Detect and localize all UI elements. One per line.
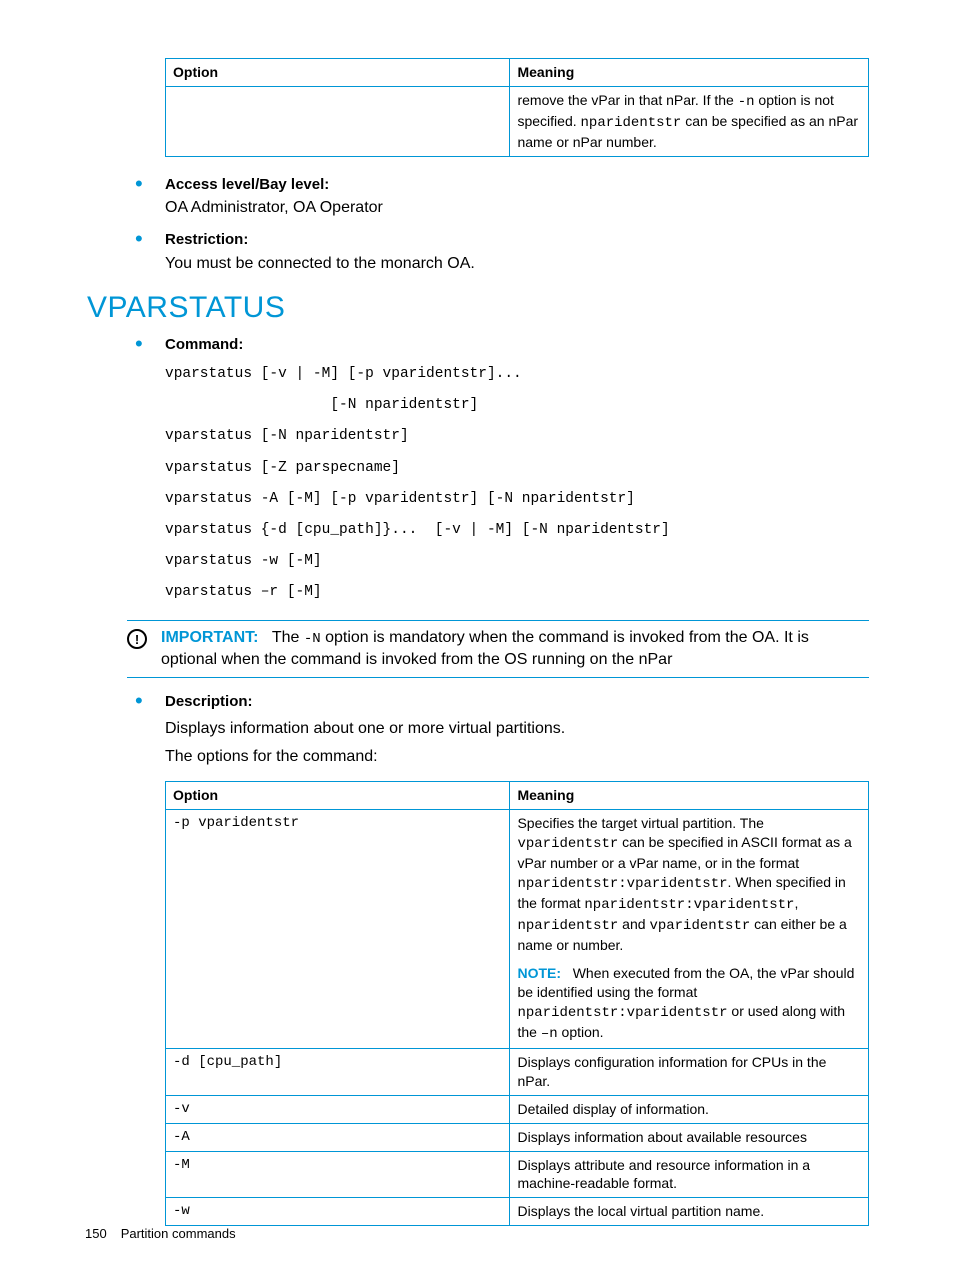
cell-option: -w xyxy=(166,1198,510,1226)
text: option. xyxy=(558,1024,604,1040)
text: Specifies the target virtual partition. … xyxy=(517,815,763,831)
table-row: -d [cpu_path] Displays configuration inf… xyxy=(166,1048,869,1095)
code: -n xyxy=(738,94,755,110)
important-label: IMPORTANT: xyxy=(161,629,258,646)
cell-option: -d [cpu_path] xyxy=(166,1048,510,1095)
important-callout: ! IMPORTANT: The -N option is mandatory … xyxy=(127,620,869,677)
text: and xyxy=(618,916,649,932)
cell-meaning: Detailed display of information. xyxy=(510,1095,869,1123)
list-item-command: Command: vparstatus [-v | -M] [-p vparid… xyxy=(127,335,869,609)
text: When executed from the OA, the vPar shou… xyxy=(517,965,854,1000)
text: The xyxy=(272,629,304,646)
list-item-description: Description: Displays information about … xyxy=(127,692,869,767)
restriction-label: Restriction: xyxy=(165,230,869,250)
code: nparidentstr xyxy=(581,115,682,131)
text: , xyxy=(794,895,798,911)
table-row: -A Displays information about available … xyxy=(166,1123,869,1151)
cell-meaning: remove the vPar in that nPar. If the -n … xyxy=(510,86,869,156)
table-row: remove the vPar in that nPar. If the -n … xyxy=(166,86,869,156)
code: nparidentstr:vparidentstr xyxy=(517,1005,727,1021)
table-row: -v Detailed display of information. xyxy=(166,1095,869,1123)
code: -N xyxy=(304,631,321,647)
table-row: -p vparidentstr Specifies the target vir… xyxy=(166,810,869,1049)
code: vparidentstr xyxy=(517,836,618,852)
cell-meaning: Displays configuration information for C… xyxy=(510,1048,869,1095)
description-line2: The options for the command: xyxy=(165,746,869,768)
th-meaning: Meaning xyxy=(510,782,869,810)
page-footer: 150 Partition commands xyxy=(85,1225,236,1243)
cell-option: -v xyxy=(166,1095,510,1123)
restriction-text: You must be connected to the monarch OA. xyxy=(165,253,869,275)
cell-option: -M xyxy=(166,1151,510,1198)
access-label: Access level/Bay level: xyxy=(165,175,869,195)
top-option-table: Option Meaning remove the vPar in that n… xyxy=(165,58,869,157)
footer-title: Partition commands xyxy=(121,1226,236,1241)
section-heading-vparstatus: VPARSTATUS xyxy=(87,288,869,329)
note-label: NOTE: xyxy=(517,965,561,981)
important-icon: ! xyxy=(127,629,147,649)
text: remove the vPar in that nPar. If the xyxy=(517,92,737,108)
description-label: Description: xyxy=(165,692,869,712)
page-number: 150 xyxy=(85,1226,107,1241)
important-text: IMPORTANT: The -N option is mandatory wh… xyxy=(161,627,869,670)
cell-meaning: Displays the local virtual partition nam… xyxy=(510,1198,869,1226)
th-meaning: Meaning xyxy=(510,59,869,87)
cell-option xyxy=(166,86,510,156)
command-syntax: vparstatus [-v | -M] [-p vparidentstr]..… xyxy=(165,359,869,608)
cell-option: -p vparidentstr xyxy=(166,810,510,1049)
th-option: Option xyxy=(166,782,510,810)
access-text: OA Administrator, OA Operator xyxy=(165,197,869,219)
code: nparidentstr xyxy=(517,918,618,934)
command-label: Command: xyxy=(165,335,869,355)
table-row: -M Displays attribute and resource infor… xyxy=(166,1151,869,1198)
text: option is mandatory when the command is … xyxy=(161,629,809,668)
list-item-restriction: Restriction: You must be connected to th… xyxy=(127,230,869,274)
th-option: Option xyxy=(166,59,510,87)
cell-meaning: Specifies the target virtual partition. … xyxy=(510,810,869,1049)
cell-meaning: Displays attribute and resource informat… xyxy=(510,1151,869,1198)
table-row: -w Displays the local virtual partition … xyxy=(166,1198,869,1226)
code: nparidentstr:vparidentstr xyxy=(584,897,794,913)
description-line1: Displays information about one or more v… xyxy=(165,718,869,740)
cell-meaning: Displays information about available res… xyxy=(510,1123,869,1151)
list-item-access: Access level/Bay level: OA Administrator… xyxy=(127,175,869,219)
cell-option: -A xyxy=(166,1123,510,1151)
code: nparidentstr:vparidentstr xyxy=(517,876,727,892)
options-table: Option Meaning -p vparidentstr Specifies… xyxy=(165,781,869,1226)
code: vparidentstr xyxy=(649,918,750,934)
code: –n xyxy=(541,1026,558,1042)
